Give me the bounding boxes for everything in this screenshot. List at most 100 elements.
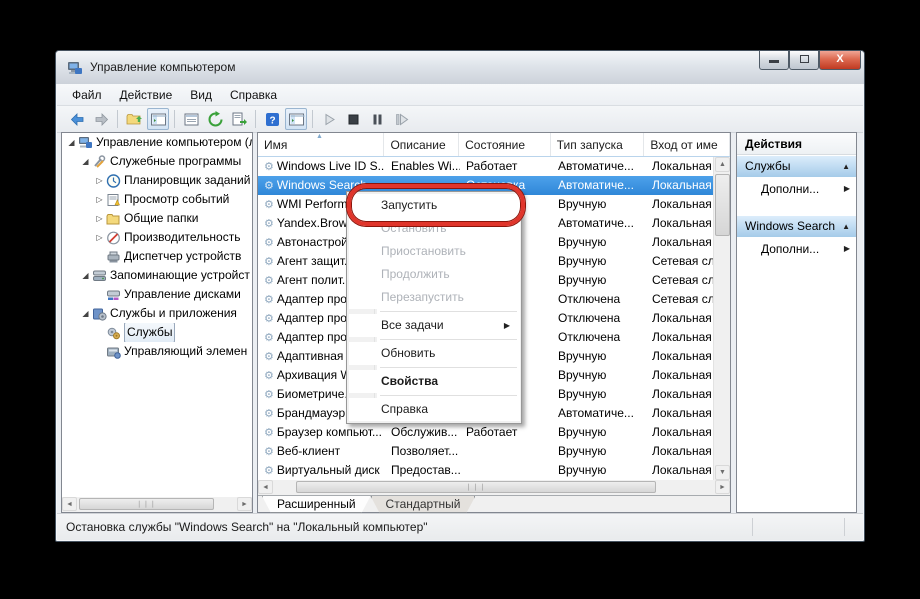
scroll-down-icon[interactable]: ▼ — [715, 465, 730, 480]
service-gear-icon: ⚙ — [264, 180, 274, 192]
context-menu-item-справка[interactable]: Справка — [349, 398, 520, 421]
expander-expanded-icon[interactable]: ◢ — [66, 133, 77, 152]
restart-service-icon[interactable] — [390, 108, 412, 130]
help-icon[interactable]: ? — [261, 108, 283, 130]
stop-service-icon[interactable] — [342, 108, 364, 130]
menu-file[interactable]: Файл — [63, 85, 111, 105]
service-description: Предостав... — [391, 463, 460, 477]
export-icon[interactable] — [228, 108, 250, 130]
tree-item-производительность[interactable]: ▷ Производительность — [62, 228, 252, 247]
scroll-left-icon[interactable]: ◄ — [258, 480, 273, 494]
expander-collapsed-icon[interactable]: ▷ — [94, 228, 105, 247]
menu-action[interactable]: Действие — [111, 85, 182, 105]
expander-expanded-icon[interactable]: ◢ — [80, 266, 91, 285]
service-startup-type: Отключена — [558, 330, 621, 344]
actions-more-item[interactable]: Дополни... ▶ — [737, 177, 856, 201]
tree-item-запоминающие-устройст[interactable]: ◢ Запоминающие устройст — [62, 266, 252, 285]
expander-collapsed-icon[interactable]: ▷ — [94, 171, 105, 190]
device-manager-icon — [106, 250, 121, 264]
console-tree-icon[interactable] — [147, 108, 169, 130]
service-row[interactable]: ⚙ Виртуальный диск Предостав... Вручную Лока… — [258, 461, 730, 480]
refresh-icon[interactable] — [204, 108, 226, 130]
service-description: Enables Wi... — [391, 159, 460, 173]
forward-icon[interactable] — [90, 108, 112, 130]
status-divider — [752, 518, 753, 536]
service-gear-icon: ⚙ — [264, 256, 274, 268]
column-header-вход-от-име[interactable]: Вход от име — [644, 133, 730, 156]
tree-item-службы[interactable]: Службы — [62, 323, 252, 342]
expander-expanded-icon[interactable]: ◢ — [80, 304, 91, 323]
title-bar[interactable]: Управление компьютером X — [56, 51, 864, 84]
scroll-thumb[interactable]: ❘❘❘ — [296, 481, 656, 493]
service-gear-icon: ⚙ — [264, 446, 274, 458]
service-gear-icon: ⚙ — [264, 408, 274, 420]
expander-collapsed-icon[interactable]: ▷ — [94, 190, 105, 209]
scroll-thumb[interactable]: ❘❘❘ — [79, 498, 214, 510]
tree-item-label: Запоминающие устройст — [110, 268, 250, 282]
context-menu-item-все-задачи[interactable]: Все задачи ▶ — [349, 314, 520, 337]
scroll-up-icon[interactable]: ▲ — [715, 157, 730, 172]
service-gear-icon: ⚙ — [264, 294, 274, 306]
tree-item-управляющий-элемен[interactable]: Управляющий элемен — [62, 342, 252, 361]
column-header-описание[interactable]: Описание — [384, 133, 460, 156]
actions-section-header-службы[interactable]: Службы ▲ — [737, 156, 856, 177]
status-text: Остановка службы "Windows Search" на "Ло… — [66, 520, 428, 534]
toolbar: ? — [57, 106, 863, 133]
tree-item-управление-дисками[interactable]: Управление дисками — [62, 285, 252, 304]
submenu-arrow-icon: ▶ — [843, 184, 850, 193]
tree-item-label: Диспетчер устройств — [124, 249, 242, 263]
tab-расширенный[interactable]: Расширенный — [262, 496, 371, 513]
tree-item-просмотр-событий[interactable]: ▷ Просмотр событий — [62, 190, 252, 209]
pause-service-icon[interactable] — [366, 108, 388, 130]
column-header-имя[interactable]: Имя ▲ — [258, 133, 385, 156]
tree-item-службы-и-приложения[interactable]: ◢ Службы и приложения — [62, 304, 252, 323]
context-menu-item-обновить[interactable]: Обновить — [349, 342, 520, 365]
close-button[interactable]: X — [819, 51, 861, 70]
task-scheduler-icon — [106, 173, 121, 188]
collapse-icon[interactable]: ▲ — [842, 156, 850, 177]
service-gear-icon: ⚙ — [264, 389, 274, 401]
service-name: ⚙ Веб-клиент — [264, 444, 341, 458]
column-header-состояние[interactable]: Состояние — [459, 133, 551, 156]
menu-view[interactable]: Вид — [181, 85, 221, 105]
service-row[interactable]: ⚙ Windows Live ID S... Enables Wi... Работа… — [258, 157, 730, 176]
start-service-icon[interactable] — [318, 108, 340, 130]
service-startup-type: Вручную — [558, 235, 607, 249]
list-horizontal-scrollbar[interactable]: ◄ ► ❘❘❘ — [258, 480, 730, 495]
tree-item-служебные-программы[interactable]: ◢ Служебные программы — [62, 152, 252, 171]
column-header-тип-запуска[interactable]: Тип запуска — [551, 133, 645, 156]
maximize-button[interactable] — [789, 51, 819, 70]
service-row[interactable]: ⚙ Браузер компьют... Обслужив... Работает Вр… — [258, 423, 730, 442]
tree-item-управление-компьютером-л[interactable]: ◢ Управление компьютером (л — [62, 133, 252, 152]
service-startup-type: Вручную — [558, 273, 607, 287]
service-startup-type: Вручную — [558, 349, 607, 363]
scroll-right-icon[interactable]: ► — [715, 480, 730, 494]
service-row[interactable]: ⚙ Веб-клиент Позволяет... Вручную Локальная — [258, 442, 730, 461]
sort-ascending-icon: ▲ — [316, 133, 323, 140]
context-menu-item-свойства[interactable]: Свойства — [349, 370, 520, 393]
actions-section-header-windows-search[interactable]: Windows Search ▲ — [737, 216, 856, 237]
actions-more-item[interactable]: Дополни... ▶ — [737, 237, 856, 261]
menu-help[interactable]: Справка — [221, 85, 286, 105]
tree-item-label: Служебные программы — [110, 154, 242, 168]
tree-horizontal-scrollbar[interactable]: ◄ ► ❘❘❘ — [62, 497, 252, 512]
up-level-icon[interactable] — [123, 108, 145, 130]
shared-folders-icon — [106, 212, 121, 226]
expander-expanded-icon[interactable]: ◢ — [80, 152, 91, 171]
action-pane-icon[interactable] — [285, 108, 307, 130]
minimize-button[interactable] — [759, 51, 789, 70]
tab-стандартный[interactable]: Стандартный — [371, 496, 476, 513]
export-list-icon[interactable] — [180, 108, 202, 130]
back-icon[interactable] — [66, 108, 88, 130]
collapse-icon[interactable]: ▲ — [842, 216, 850, 237]
tree-item-диспетчер-устройств[interactable]: Диспетчер устройств — [62, 247, 252, 266]
list-vertical-scrollbar[interactable]: ▲ ▼ — [713, 157, 730, 480]
scroll-thumb[interactable] — [715, 174, 730, 236]
service-startup-type: Вручную — [558, 368, 607, 382]
expander-collapsed-icon[interactable]: ▷ — [94, 209, 105, 228]
tree-item-планировщик-заданий[interactable]: ▷ Планировщик заданий — [62, 171, 252, 190]
wmi-control-icon — [106, 345, 121, 359]
tree-item-общие-папки[interactable]: ▷ Общие папки — [62, 209, 252, 228]
scroll-left-icon[interactable]: ◄ — [62, 497, 77, 511]
scroll-right-icon[interactable]: ► — [237, 497, 252, 511]
